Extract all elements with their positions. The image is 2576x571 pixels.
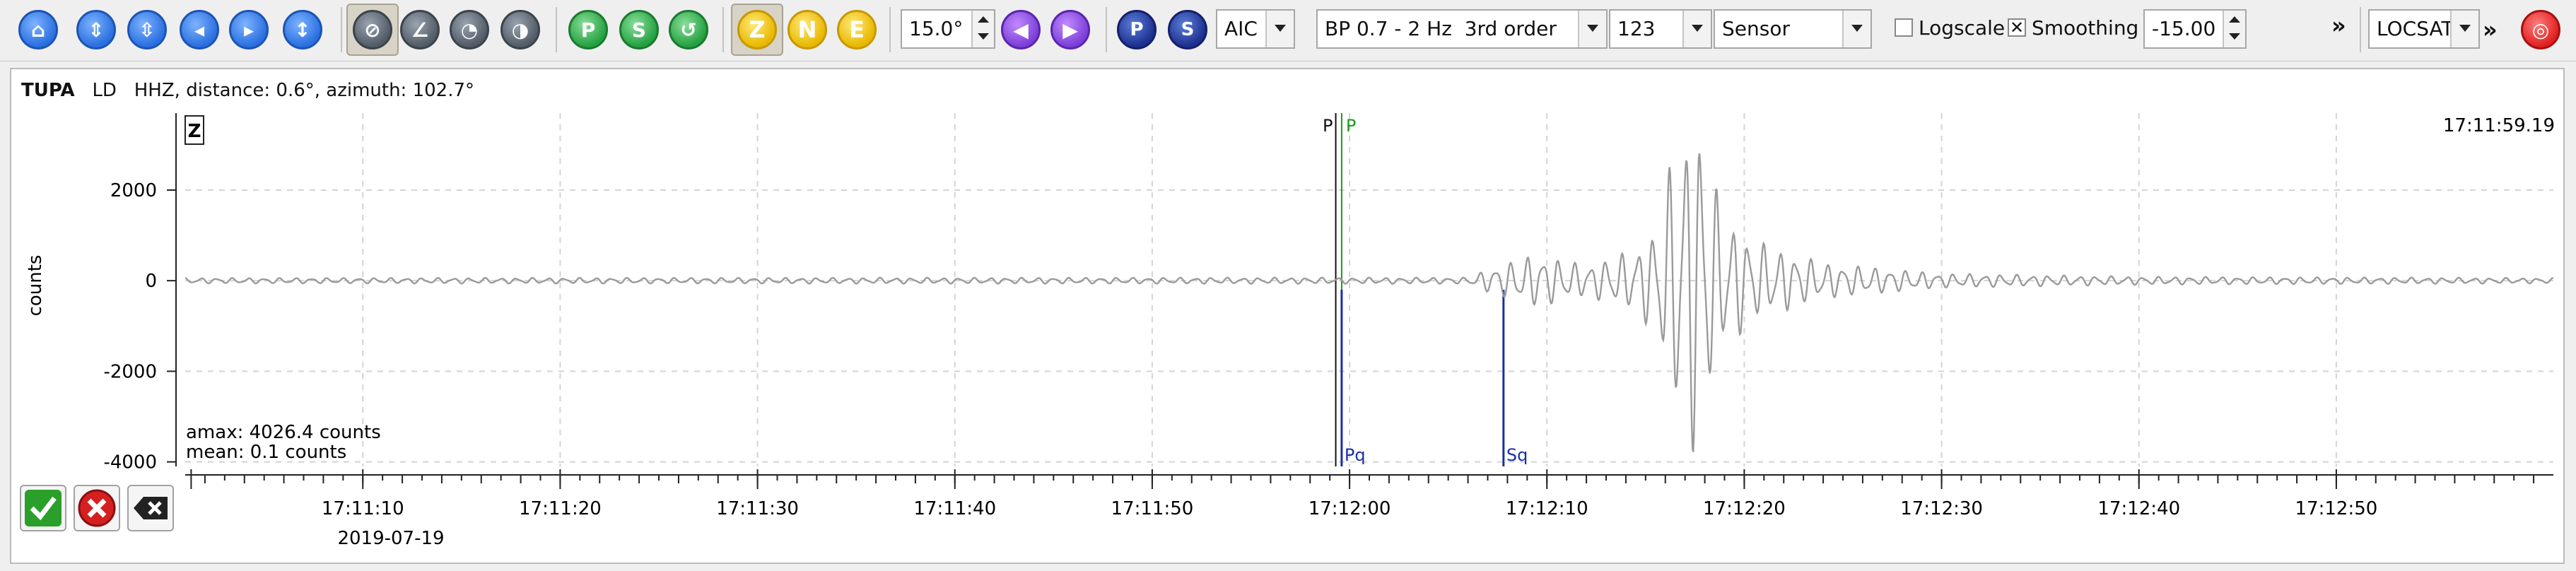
y-tick-label: 0 — [145, 271, 157, 292]
x-tick-label: 17:11:40 — [913, 498, 996, 519]
x-tick-label: 17:12:00 — [1309, 498, 1391, 519]
plot-grid — [185, 113, 2553, 466]
delete-button[interactable] — [127, 485, 174, 531]
y-axis: 2000 0 -2000 -4000 — [103, 113, 177, 473]
pick-label: P — [1323, 116, 1333, 136]
trace-end-time: 17:11:59.19 — [2443, 115, 2555, 136]
theoretical-pick-label: Sq — [1506, 445, 1528, 465]
x-tick-label: 17:12:20 — [1703, 498, 1786, 519]
x-tick-label: 17:11:30 — [716, 498, 799, 519]
y-tick-label: 2000 — [110, 180, 157, 201]
pick-markers[interactable]: P P Pq Sq — [1323, 113, 1528, 466]
theoretical-pick-label: Pq — [1345, 445, 1366, 465]
y-tick-label: -4000 — [103, 452, 157, 473]
x-tick-label: 17:12:30 — [1900, 498, 1983, 519]
pick-label: P — [1346, 116, 1356, 136]
amax-label: amax: 4026.4 counts — [186, 422, 381, 443]
x-tick-label: 17:11:50 — [1111, 498, 1194, 519]
y-axis-label: counts — [25, 255, 46, 317]
x-tick-label: 17:12:50 — [2295, 498, 2378, 519]
component-badge: Z — [188, 121, 201, 142]
delete-icon — [134, 497, 168, 519]
trace-waveform — [185, 153, 2553, 452]
y-tick-label: -2000 — [103, 361, 157, 382]
x-tick-label: 17:12:10 — [1506, 498, 1588, 519]
seismogram-plot[interactable]: 2000 0 -2000 -4000 17:11:10 17:11:20 17:11:30… — [0, 0, 2576, 571]
x-tick-label: 17:12:40 — [2097, 498, 2180, 519]
reject-icon — [78, 489, 116, 527]
reject-button[interactable] — [74, 485, 120, 531]
mean-label: mean: 0.1 counts — [186, 442, 346, 463]
accept-icon — [25, 490, 62, 526]
x-axis: 17:11:10 17:11:20 17:11:30 17:11:40 17:11:50… — [185, 469, 2553, 519]
date-label: 2019-07-19 — [337, 528, 444, 549]
x-tick-label: 17:11:20 — [519, 498, 602, 519]
x-tick-label: 17:11:10 — [322, 498, 404, 519]
accept-button[interactable] — [20, 485, 66, 531]
